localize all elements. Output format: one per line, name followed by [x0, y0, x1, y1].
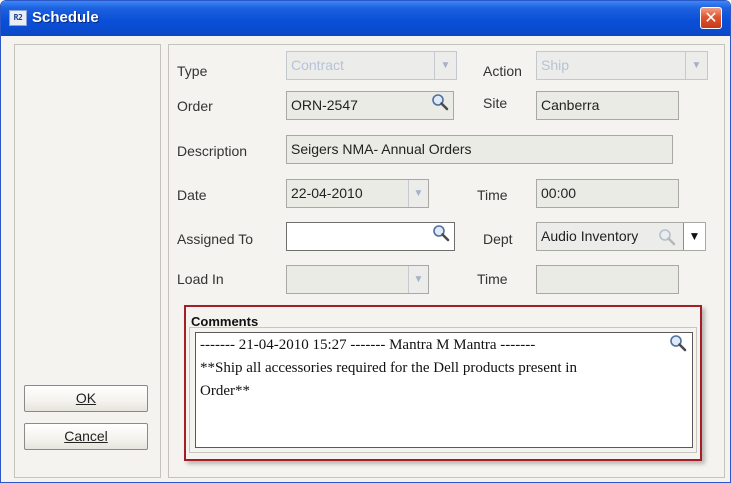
- ok-button[interactable]: OK: [24, 385, 148, 412]
- site-field[interactable]: Canberra: [536, 91, 679, 120]
- dept-label: Dept: [483, 231, 513, 247]
- site-value: Canberra: [541, 97, 600, 113]
- assigned-to-label: Assigned To: [177, 231, 254, 247]
- button-panel: [14, 44, 161, 478]
- description-label: Description: [177, 143, 248, 159]
- chevron-down-icon[interactable]: ▼: [683, 223, 705, 250]
- cancel-button[interactable]: Cancel: [24, 423, 148, 450]
- close-icon: ✕: [704, 8, 718, 27]
- type-combo[interactable]: Contract ▼: [286, 51, 457, 80]
- app-icon: R2: [9, 10, 27, 26]
- assigned-to-field[interactable]: [286, 222, 455, 251]
- load-in-field[interactable]: ▼: [286, 265, 429, 294]
- close-button[interactable]: ✕: [700, 7, 722, 29]
- time-field[interactable]: 00:00: [536, 179, 679, 208]
- site-label: Site: [483, 95, 508, 111]
- chevron-down-icon[interactable]: ▼: [408, 180, 428, 207]
- window-title: Schedule: [32, 9, 99, 26]
- schedule-dialog: R2 Schedule ✕ OK Cancel Type Contract ▼ …: [0, 0, 731, 483]
- order-field[interactable]: ORN-2547: [286, 91, 454, 120]
- time-value: 00:00: [541, 185, 577, 201]
- load-in-label: Load In: [177, 271, 224, 287]
- date-value: 22-04-2010: [291, 185, 363, 201]
- comments-label: Comments: [191, 314, 259, 329]
- dept-combo[interactable]: Audio Inventory ▼: [536, 222, 706, 251]
- time2-field[interactable]: [536, 265, 679, 294]
- description-value: Seigers NMA- Annual Orders: [291, 141, 472, 157]
- time-label: Time: [477, 187, 508, 203]
- magnifier-icon[interactable]: [658, 228, 676, 246]
- date-label: Date: [177, 187, 207, 203]
- type-label: Type: [177, 63, 208, 79]
- title-bar[interactable]: R2 Schedule ✕: [1, 1, 730, 36]
- order-value: ORN-2547: [291, 97, 358, 113]
- chevron-down-icon[interactable]: ▼: [434, 52, 456, 79]
- description-field[interactable]: Seigers NMA- Annual Orders: [286, 135, 673, 164]
- order-label: Order: [177, 98, 213, 114]
- comment-line: Order**: [200, 383, 250, 399]
- date-field[interactable]: 22-04-2010 ▼: [286, 179, 429, 208]
- action-combo[interactable]: Ship ▼: [536, 51, 708, 80]
- magnifier-icon[interactable]: [431, 93, 449, 111]
- type-value: Contract: [291, 57, 344, 73]
- action-value: Ship: [541, 57, 570, 73]
- chevron-down-icon[interactable]: ▼: [408, 266, 428, 293]
- action-label: Action: [483, 63, 522, 79]
- dept-value: Audio Inventory: [541, 228, 639, 244]
- magnifier-icon[interactable]: [432, 224, 450, 242]
- magnifier-icon[interactable]: [669, 334, 687, 352]
- comment-line: **Ship all accessories required for the …: [200, 360, 577, 376]
- comment-line: ------- 21-04-2010 15:27 ------- Mantra …: [200, 337, 536, 353]
- time2-label: Time: [477, 271, 508, 287]
- chevron-down-icon[interactable]: ▼: [685, 52, 707, 79]
- comments-textarea[interactable]: ------- 21-04-2010 15:27 ------- Mantra …: [195, 332, 693, 448]
